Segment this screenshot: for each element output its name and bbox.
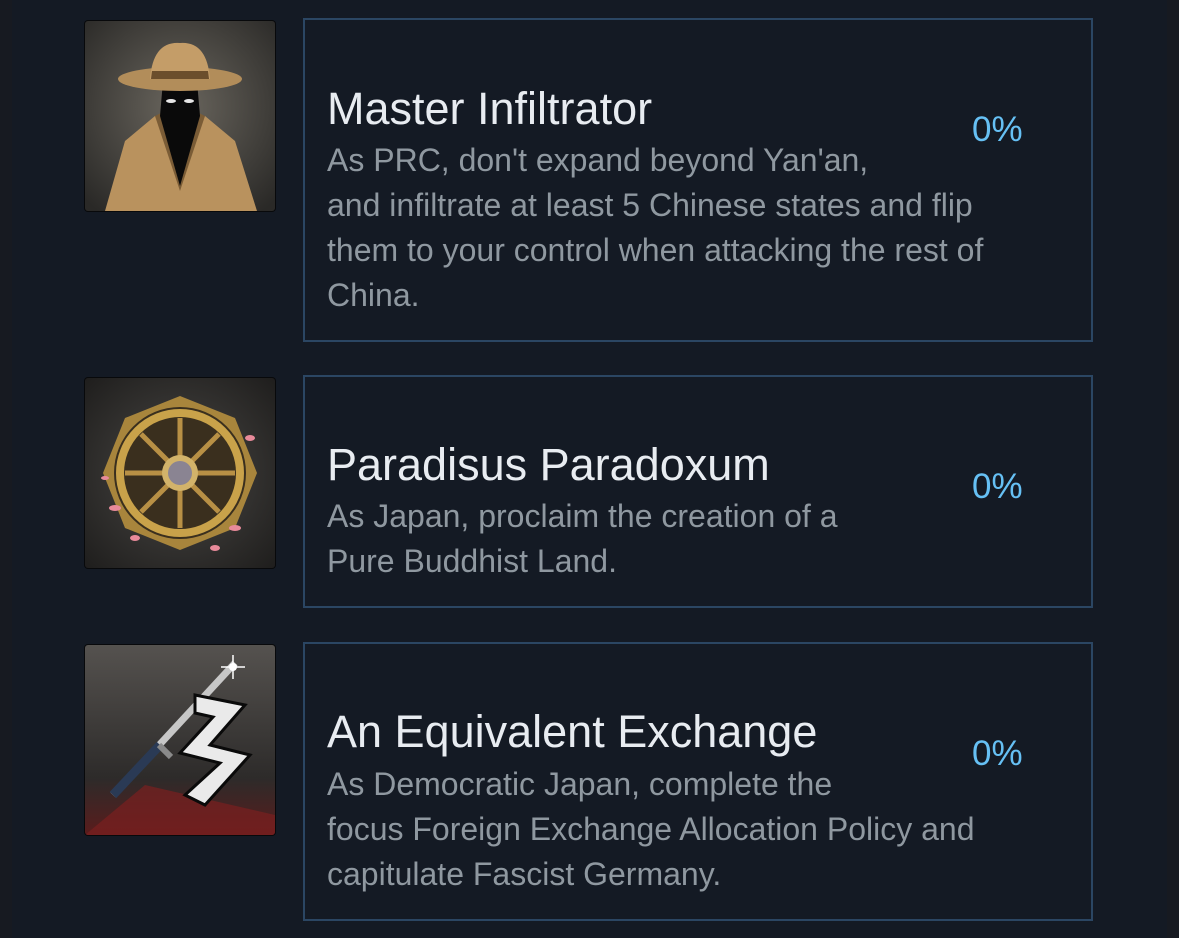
achievement-title: An Equivalent Exchange bbox=[327, 706, 818, 757]
description-line: capitulate Fascist Germany. bbox=[327, 856, 722, 892]
dharma-wheel-icon bbox=[85, 378, 275, 568]
achievement-description: As PRC, don't expand beyond Yan'an, and … bbox=[327, 138, 983, 318]
achievement-list: Master Infiltrator 0% As PRC, don't expa… bbox=[12, 0, 1167, 938]
description-line: focus Foreign Exchange Allocation Policy… bbox=[327, 811, 975, 847]
achievement-percent: 0% bbox=[972, 734, 1023, 773]
achievement-percent: 0% bbox=[972, 467, 1023, 506]
description-line: As Japan, proclaim the creation of a bbox=[327, 498, 838, 534]
achievement-description: As Democratic Japan, complete the focus … bbox=[327, 762, 975, 897]
description-line: them to your control when attacking the … bbox=[327, 232, 984, 268]
achievement-title: Paradisus Paradoxum bbox=[327, 439, 770, 490]
achievement-row[interactable]: Paradisus Paradoxum 0% As Japan, proclai… bbox=[12, 345, 1167, 610]
achievement-card: An Equivalent Exchange 0% As Democratic … bbox=[303, 642, 1093, 921]
spy-icon bbox=[85, 21, 275, 211]
description-line: China. bbox=[327, 277, 420, 313]
description-line: As Democratic Japan, complete the bbox=[327, 766, 833, 802]
achievement-card: Master Infiltrator 0% As PRC, don't expa… bbox=[303, 18, 1093, 342]
achievement-description: As Japan, proclaim the creation of a Pur… bbox=[327, 494, 838, 584]
achievement-row[interactable]: Master Infiltrator 0% As PRC, don't expa… bbox=[12, 0, 1167, 345]
achievement-row[interactable]: An Equivalent Exchange 0% As Democratic … bbox=[12, 610, 1167, 938]
achievement-card: Paradisus Paradoxum 0% As Japan, proclai… bbox=[303, 375, 1093, 608]
description-line: As PRC, don't expand beyond Yan'an, bbox=[327, 142, 869, 178]
achievement-title: Master Infiltrator bbox=[327, 83, 653, 134]
description-line: Pure Buddhist Land. bbox=[327, 543, 617, 579]
katana-icon bbox=[85, 645, 275, 835]
description-line: and infiltrate at least 5 Chinese states… bbox=[327, 187, 973, 223]
